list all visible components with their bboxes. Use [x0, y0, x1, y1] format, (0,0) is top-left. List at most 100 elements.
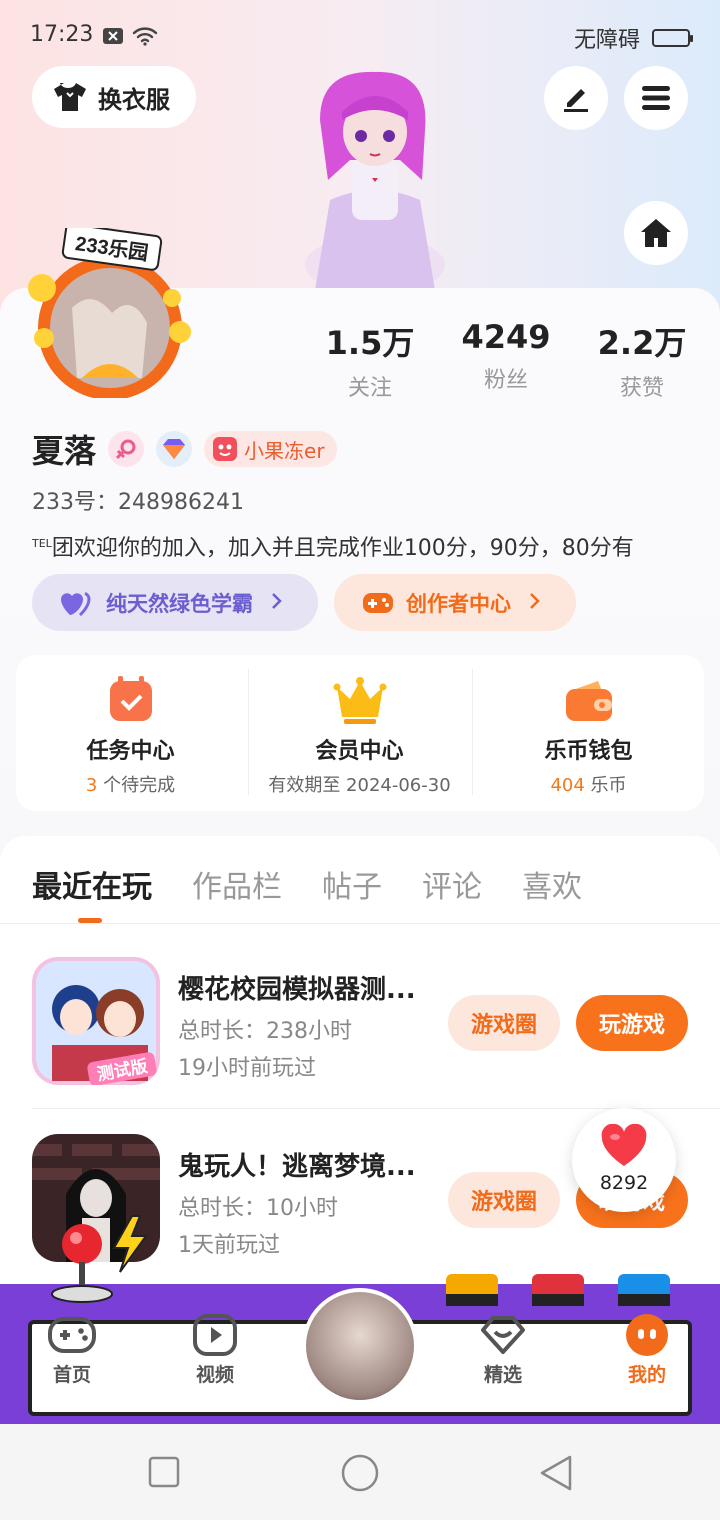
- notification-x-icon: [103, 28, 123, 44]
- stat-likes-value: 2.2万: [597, 324, 687, 362]
- game-circle-button[interactable]: 游戏圈: [448, 995, 560, 1051]
- gamepad-icon: [363, 592, 393, 613]
- home-button[interactable]: [624, 201, 688, 265]
- video-play-icon: [193, 1314, 237, 1356]
- game-title: 樱花校园模拟器测...: [178, 975, 416, 1005]
- nav-mine[interactable]: 我的: [602, 1312, 692, 1387]
- services-card: 任务中心 3 个待完成 会员中心 有效期至 2024-06-30 乐币钱包 40…: [16, 655, 704, 811]
- stat-fans-label: 粉丝: [483, 368, 528, 393]
- me-face-icon: [626, 1314, 668, 1356]
- pen-icon: [564, 89, 588, 112]
- menu-icon: [642, 86, 670, 110]
- wifi-icon: [132, 27, 158, 46]
- stat-fans-value: 4249: [461, 318, 551, 356]
- heart-diamond-icon: [481, 1316, 525, 1354]
- gamepad-icon: [48, 1317, 96, 1353]
- user-name: 夏落: [32, 432, 97, 470]
- tab-likes[interactable]: 喜欢: [522, 862, 582, 906]
- name-row: 夏落 小果冻er: [32, 426, 337, 472]
- system-nav-bar: [0, 1424, 720, 1520]
- game-row[interactable]: 测试版 樱花校园模拟器测... 总时长：238小时 19小时前玩过 游戏圈 玩游…: [32, 957, 720, 1087]
- stat-following-label: 关注: [347, 376, 392, 401]
- tab-recent-play[interactable]: 最近在玩: [32, 862, 152, 906]
- tab-posts[interactable]: 帖子: [322, 862, 382, 906]
- creator-center-label: 创作者中心: [406, 591, 511, 616]
- battery-icon: [652, 29, 693, 47]
- wardrobe-button[interactable]: 换衣服: [32, 66, 196, 128]
- content-tabs: 最近在玩 作品栏 帖子 评论 喜欢: [32, 862, 582, 906]
- status-bar: 17:23 无障碍: [30, 22, 693, 54]
- task-calendar-icon: [110, 676, 152, 721]
- stat-likes-label: 获赞: [619, 376, 664, 401]
- game-title: 鬼玩人！逃离梦境...: [178, 1152, 416, 1182]
- service-wallet[interactable]: 乐币钱包 404 乐币: [474, 655, 703, 811]
- wallet-icon: [566, 681, 612, 721]
- edit-profile-button[interactable]: [544, 66, 608, 130]
- user-id: 233号：248986241: [32, 490, 244, 515]
- back-triangle-icon[interactable]: [538, 1454, 574, 1492]
- divider: [472, 669, 473, 795]
- play-game-button[interactable]: 玩游戏: [576, 995, 688, 1051]
- tab-comments[interactable]: 评论: [422, 862, 482, 906]
- recent-apps-icon[interactable]: [148, 1456, 180, 1488]
- tab-works[interactable]: 作品栏: [192, 862, 282, 906]
- status-icons: [102, 26, 158, 46]
- nav-featured[interactable]: 精选: [458, 1312, 548, 1387]
- profile-stats: 1.5万 关注 4249 粉丝 2.2万 获赞: [300, 318, 720, 401]
- shirt-icon: [54, 83, 86, 111]
- service-member-center[interactable]: 会员中心 有效期至 2024-06-30: [245, 655, 474, 811]
- accessibility-label: 无障碍: [573, 28, 640, 53]
- profile-avatar[interactable]: 233乐园: [22, 223, 202, 400]
- nav-home-label: 首页: [52, 1364, 91, 1386]
- game-last-played: 1天前玩过: [178, 1233, 280, 1258]
- divider: [0, 923, 720, 924]
- user-tag-label: 小果冻er: [244, 438, 325, 463]
- wardrobe-label: 换衣服: [98, 85, 170, 114]
- game-duration: 总时长：10小时: [178, 1196, 338, 1221]
- chevron-right-icon: [529, 591, 541, 615]
- nav-center-avatar[interactable]: [302, 1288, 418, 1404]
- service-task-title: 任务中心: [86, 739, 175, 764]
- study-badge-button[interactable]: 纯天然绿色学霸: [32, 574, 318, 631]
- service-member-title: 会员中心: [315, 739, 404, 764]
- nav-home[interactable]: 首页: [27, 1312, 117, 1387]
- nav-video[interactable]: 视频: [170, 1312, 260, 1387]
- level-crystal-icon[interactable]: [156, 431, 193, 467]
- game-icon-sakura[interactable]: 测试版: [32, 957, 160, 1085]
- stat-likes[interactable]: 2.2万 获赞: [572, 318, 712, 402]
- gender-female-icon: [108, 431, 145, 467]
- like-float-button[interactable]: 8292: [572, 1108, 676, 1212]
- status-right: 无障碍: [573, 22, 693, 54]
- user-bio: TEL团欢迎你的加入，加入并且完成作业100分，90分，80分有: [32, 530, 634, 562]
- crown-icon: [333, 677, 387, 724]
- like-count: 8292: [599, 1172, 649, 1194]
- bio-text: 团欢迎你的加入，加入并且完成作业100分，90分，80分有: [51, 536, 634, 561]
- stat-fans[interactable]: 4249 粉丝: [436, 318, 576, 394]
- service-member-subtitle: 有效期至 2024-06-30: [268, 775, 451, 796]
- tag-face-icon: [213, 437, 238, 461]
- home-circle-icon[interactable]: [341, 1454, 379, 1492]
- game-circle-button[interactable]: 游戏圈: [448, 1172, 560, 1228]
- joystick-icon: [51, 1215, 148, 1303]
- stat-following[interactable]: 1.5万 关注: [300, 318, 440, 402]
- service-task-center[interactable]: 任务中心 3 个待完成: [16, 655, 245, 811]
- study-badge-label: 纯天然绿色学霸: [106, 591, 253, 616]
- home-icon: [641, 219, 671, 247]
- menu-button[interactable]: [624, 66, 688, 130]
- chevron-right-icon: [271, 591, 283, 615]
- heart-double-icon: [61, 591, 91, 616]
- creator-center-button[interactable]: 创作者中心: [334, 574, 576, 631]
- stat-following-value: 1.5万: [325, 324, 415, 362]
- game-last-played: 19小时前玩过: [178, 1056, 316, 1081]
- service-wallet-subtitle: 404 乐币: [550, 775, 627, 796]
- nav-featured-label: 精选: [483, 1364, 522, 1386]
- service-task-subtitle: 3 个待完成: [85, 775, 176, 796]
- avatar-3d-character[interactable]: [300, 60, 450, 295]
- service-wallet-title: 乐币钱包: [544, 739, 633, 764]
- heart-icon: [601, 1124, 647, 1166]
- bio-prefix: TEL: [32, 537, 52, 550]
- nav-mine-label: 我的: [627, 1364, 666, 1386]
- nav-video-label: 视频: [195, 1364, 234, 1386]
- game-duration: 总时长：238小时: [178, 1019, 352, 1044]
- user-tag[interactable]: 小果冻er: [204, 431, 337, 467]
